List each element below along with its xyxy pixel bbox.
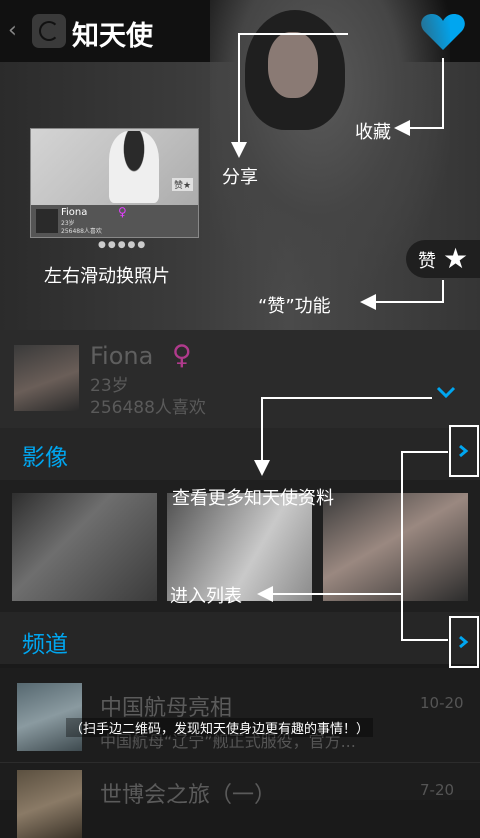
preview-like-badge: 赞★ (172, 178, 194, 191)
chevron-left-icon[interactable]: ‹ (8, 18, 17, 43)
channels-section-title: 频道 (22, 632, 68, 658)
channel-thumbnail[interactable] (17, 683, 82, 751)
photo-thumbnail[interactable] (323, 493, 468, 601)
scan-tip: （扫手边二维码，发现知天使身边更有趣的事情！） (66, 718, 374, 737)
chevron-right-icon[interactable] (449, 425, 479, 477)
preview-avatar (36, 209, 58, 233)
chevron-down-icon[interactable] (436, 386, 456, 400)
favorite-tip: 收藏 (355, 122, 391, 143)
profile-name: Fiona (90, 342, 154, 370)
preview-photo (109, 131, 159, 203)
female-icon: ♀ (172, 340, 192, 371)
preview-likes: 256488人喜欢 (61, 228, 102, 235)
chevron-right-icon[interactable] (449, 616, 479, 668)
photos-section-title: 影像 (22, 445, 68, 471)
photo-thumbnail[interactable] (12, 493, 157, 601)
channels-section-header[interactable] (0, 612, 480, 664)
preview-gender-icon: ♀ (118, 205, 127, 219)
swipe-tip: 左右滑动换照片 (44, 266, 170, 287)
app-logo-icon (32, 14, 66, 48)
divider (0, 762, 480, 763)
channel-title[interactable]: 世博会之旅（一） (100, 777, 276, 809)
like-label: 赞 (418, 251, 436, 272)
preview-page-dots: ●●●●● (98, 240, 148, 250)
hero-face (268, 32, 318, 98)
photos-section-header[interactable] (0, 428, 480, 480)
channel-date: 10-20 (420, 694, 464, 712)
page-title: 知天使 (72, 21, 153, 52)
more-info-tip: 查看更多知天使资料 (172, 488, 334, 509)
enter-list-tip: 进入列表 (170, 586, 242, 607)
star-icon: ★ (443, 242, 469, 275)
channel-date: 7-20 (420, 781, 455, 799)
avatar (14, 345, 79, 411)
share-tip: 分享 (222, 167, 258, 188)
like-tip: “赞”功能 (258, 296, 331, 317)
preview-name: Fiona (61, 207, 88, 218)
profile-likes: 256488人喜欢 (90, 398, 206, 418)
channel-thumbnail[interactable] (17, 770, 82, 838)
